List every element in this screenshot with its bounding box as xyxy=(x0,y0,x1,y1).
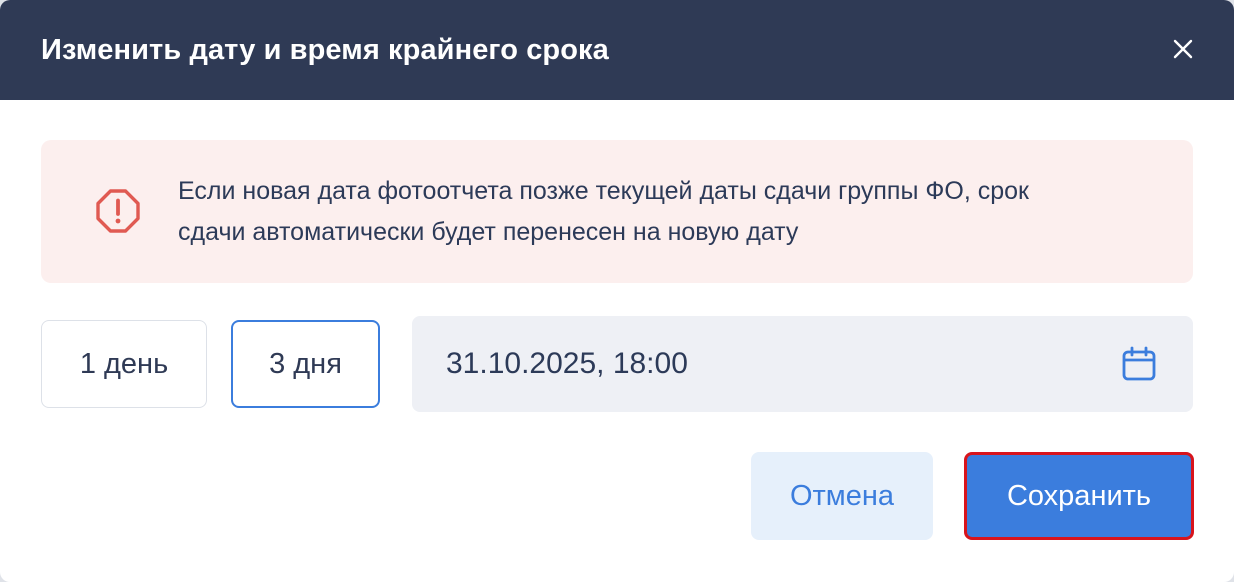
close-button[interactable] xyxy=(1166,32,1200,66)
calendar-button[interactable] xyxy=(1119,344,1159,384)
datetime-value: 31.10.2025, 18:00 xyxy=(446,347,688,380)
close-icon xyxy=(1173,39,1193,59)
dialog-header: Изменить дату и время крайнего срока xyxy=(0,0,1234,100)
dialog-title: Изменить дату и время крайнего срока xyxy=(41,34,609,66)
calendar-icon xyxy=(1122,346,1156,381)
cancel-button[interactable]: Отмена xyxy=(751,452,933,540)
warning-alert: Если новая дата фотоотчета позже текущей… xyxy=(41,140,1193,283)
alert-message-line-2: сдачи автоматически будет перенесен на н… xyxy=(178,218,799,246)
quick-option-1-day[interactable]: 1 день xyxy=(41,320,207,408)
deadline-dialog: Изменить дату и время крайнего срока Есл… xyxy=(0,0,1234,582)
alert-message: Если новая дата фотоотчета позже текущей… xyxy=(178,171,1168,253)
quick-option-3-days[interactable]: 3 дня xyxy=(231,320,380,408)
alert-message-line-1: Если новая дата фотоотчета позже текущей… xyxy=(178,177,1029,205)
save-button[interactable]: Сохранить xyxy=(964,452,1194,540)
datetime-input[interactable]: 31.10.2025, 18:00 xyxy=(412,316,1193,412)
warning-octagon-icon xyxy=(96,189,140,233)
